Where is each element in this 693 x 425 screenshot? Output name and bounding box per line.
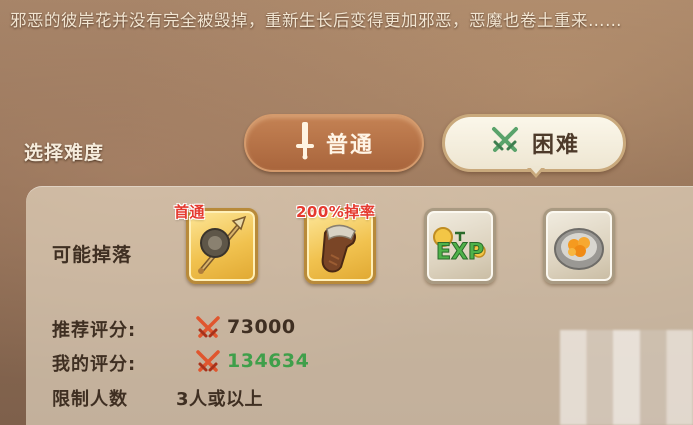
player-limit-label: 限制人数 — [52, 389, 128, 410]
svg-text:EXP: EXP — [436, 240, 484, 265]
tab-normal-label: 普通 — [325, 133, 374, 158]
stage-description: 邪恶的彼岸花并没有完全被毁掉，重新生长后变得更加邪恶，恶魔也卷土重来…… — [10, 11, 622, 30]
tab-hard[interactable]: 困难 — [442, 114, 626, 172]
crossed-swords-icon — [488, 123, 522, 163]
blurred-region — [560, 330, 693, 425]
tab-normal[interactable]: 普通 — [244, 114, 424, 172]
tab-hard-label: 困难 — [531, 133, 580, 158]
drop-tag-drop-rate: 200%掉率 — [296, 203, 376, 221]
selected-pointer-inner — [529, 166, 543, 174]
food-plate-icon — [554, 228, 604, 270]
sword-icon — [294, 120, 316, 166]
stage: 邪恶的彼岸花并没有完全被毁掉，重新生长后变得更加邪恶，恶魔也卷土重来…… 选择难… — [0, 0, 693, 425]
difficulty-label: 选择难度 — [24, 142, 105, 164]
battle-power-icon — [194, 348, 222, 378]
drop-tag-first-clear: 首通 — [174, 203, 206, 221]
my-score-value: 134634 — [227, 350, 310, 372]
recommended-score-value: 73000 — [227, 316, 296, 338]
exp-icon: EXP — [433, 227, 486, 266]
drop-item-food[interactable] — [543, 208, 615, 284]
player-limit-value: 3人或以上 — [176, 389, 264, 410]
drops-label: 可能掉落 — [52, 244, 133, 266]
my-score-label: 我的评分: — [52, 354, 137, 375]
drop-item-exp[interactable]: EXP — [424, 208, 496, 284]
battle-power-icon — [194, 314, 222, 344]
recommended-score-label: 推荐评分: — [52, 320, 137, 341]
